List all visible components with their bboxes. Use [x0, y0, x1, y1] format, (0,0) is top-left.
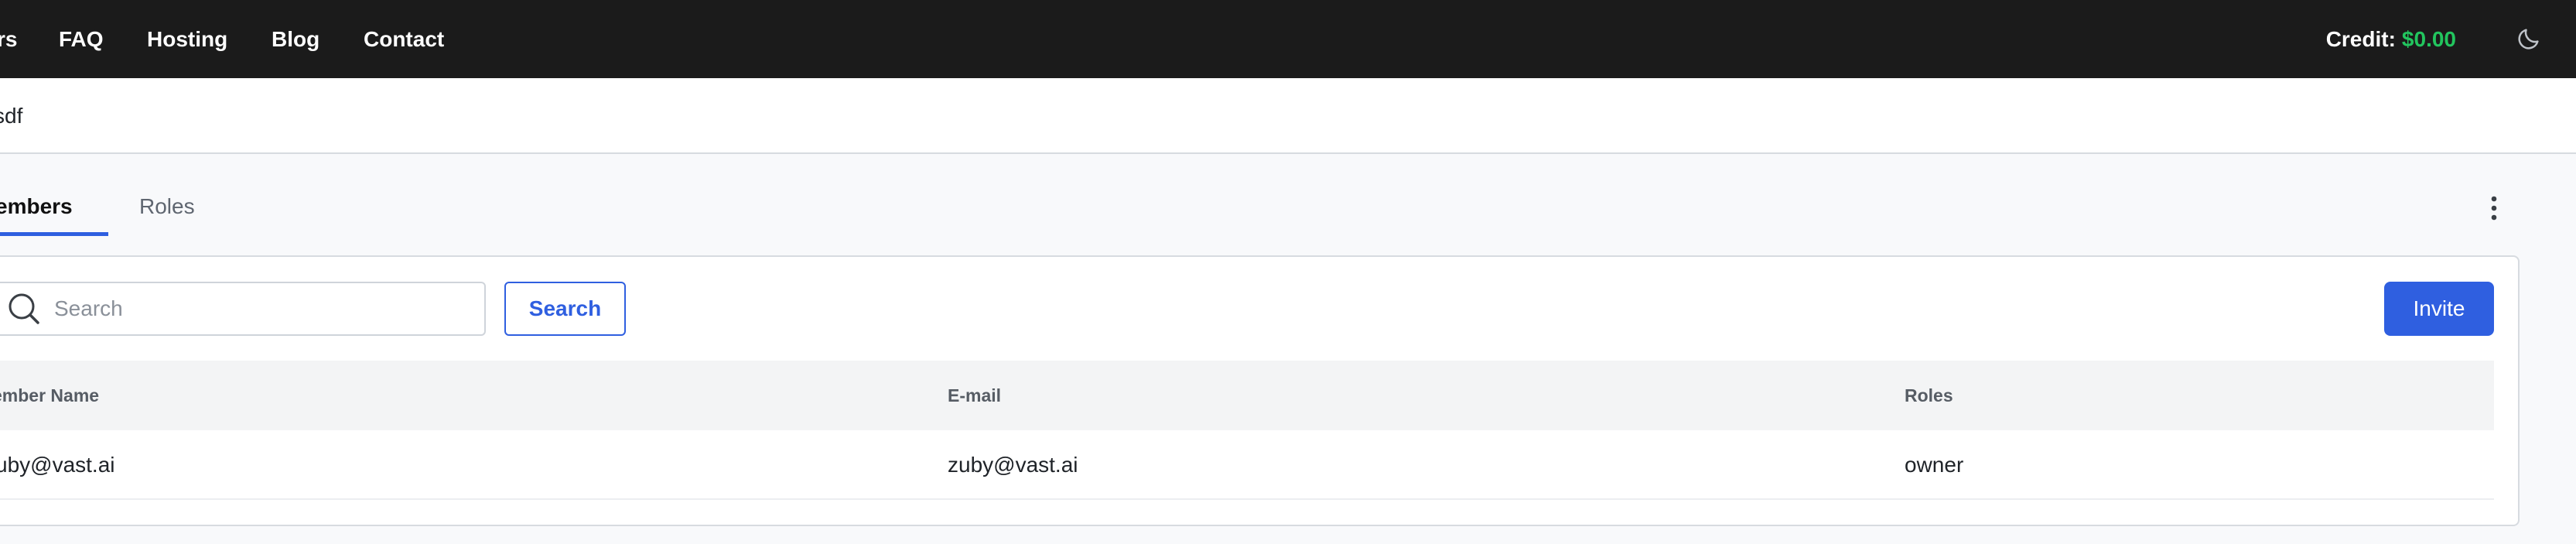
more-vertical-icon [2491, 196, 2497, 221]
cell-email: zuby@vast.ai [948, 453, 1078, 477]
credit-amount: $0.00 [2401, 26, 2456, 51]
nav-link-contact[interactable]: Contact [364, 0, 444, 78]
nav-link-hosting[interactable]: Hosting [147, 0, 227, 78]
column-header-roles[interactable]: Roles [1905, 361, 1953, 430]
invite-button[interactable]: Invite [2384, 282, 2494, 336]
column-header-email[interactable]: E-mail [948, 361, 1001, 430]
cell-member-name: uby@vast.ai [0, 453, 115, 477]
credit-display[interactable]: Credit: $0.00 [2326, 0, 2456, 78]
top-navigation-bar: rs FAQ Hosting Blog Contact Credit: $0.0… [0, 0, 2576, 78]
table-header-row [0, 361, 2494, 430]
column-header-member-name[interactable]: ember Name [0, 361, 99, 430]
table-row[interactable] [0, 430, 2494, 500]
tab-members[interactable]: embers [0, 176, 73, 237]
search-button[interactable]: Search [504, 282, 626, 336]
nav-link-faq[interactable]: FAQ [59, 0, 104, 78]
more-options-button[interactable] [2479, 190, 2509, 226]
tab-roles[interactable]: Roles [139, 176, 195, 237]
nav-link-blog[interactable]: Blog [272, 0, 319, 78]
theme-toggle-button[interactable] [2514, 24, 2544, 53]
moon-icon [2518, 29, 2539, 50]
workspace-header: sdf [0, 78, 2576, 154]
search-input[interactable] [53, 286, 470, 331]
cell-roles: owner [1905, 453, 1964, 477]
search-icon [0, 290, 40, 329]
workspace-name: sdf [0, 104, 23, 128]
active-tab-indicator [0, 232, 108, 236]
credit-label: Credit: [2325, 26, 2396, 51]
nav-link-partial[interactable]: rs [0, 0, 17, 78]
